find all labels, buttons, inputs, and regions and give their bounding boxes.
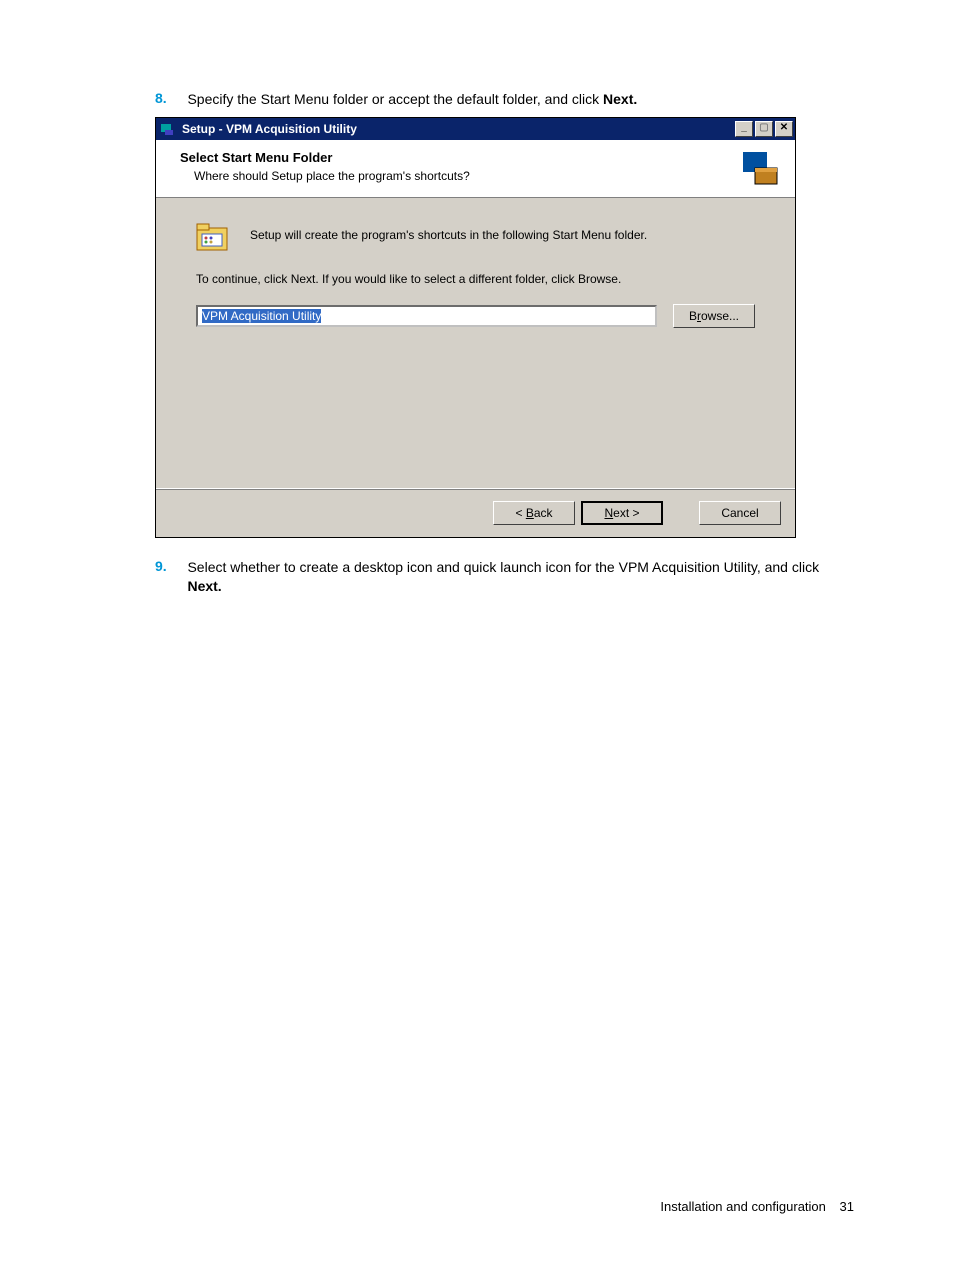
wizard-subtitle: Where should Setup place the program's s… <box>194 169 783 183</box>
wizard-title: Select Start Menu Folder <box>180 150 783 165</box>
step-9: 9. Select whether to create a desktop ic… <box>155 558 854 596</box>
maximize-button: ▢ <box>755 121 773 137</box>
titlebar-text: Setup - VPM Acquisition Utility <box>182 122 735 136</box>
folder-icon <box>196 222 232 254</box>
wizard-footer: < Back Next > Cancel <box>156 488 795 537</box>
wizard-header: Select Start Menu Folder Where should Se… <box>156 140 795 198</box>
page-number: 31 <box>840 1199 854 1214</box>
step-number: 8. <box>155 90 183 106</box>
wizard-body: Setup will create the program's shortcut… <box>156 198 795 488</box>
setup-dialog: Setup - VPM Acquisition Utility _ ▢ ✕ Se… <box>155 117 796 538</box>
back-button[interactable]: < Back <box>493 501 575 525</box>
info-row: Setup will create the program's shortcut… <box>196 222 755 254</box>
info-text: Setup will create the program's shortcut… <box>250 222 647 242</box>
step-text: Specify the Start Menu folder or accept … <box>187 90 827 109</box>
page-footer: Installation and configuration 31 <box>660 1199 854 1214</box>
path-row: VPM Acquisition Utility Browse... <box>196 304 755 328</box>
app-icon <box>160 121 176 137</box>
window-controls: _ ▢ ✕ <box>735 119 795 139</box>
folder-path-input[interactable]: VPM Acquisition Utility <box>196 305 657 327</box>
step-text: Select whether to create a desktop icon … <box>187 558 827 596</box>
wizard-icon <box>741 150 781 190</box>
section-name: Installation and configuration <box>660 1199 826 1214</box>
continue-text: To continue, click Next. If you would li… <box>196 272 755 286</box>
minimize-button[interactable]: _ <box>735 121 753 137</box>
titlebar: Setup - VPM Acquisition Utility _ ▢ ✕ <box>156 118 795 140</box>
step-8: 8. Specify the Start Menu folder or acce… <box>155 90 854 109</box>
step-number: 9. <box>155 558 183 574</box>
next-button[interactable]: Next > <box>581 501 663 525</box>
cancel-button[interactable]: Cancel <box>699 501 781 525</box>
browse-button[interactable]: Browse... <box>673 304 755 328</box>
close-button[interactable]: ✕ <box>775 121 793 137</box>
